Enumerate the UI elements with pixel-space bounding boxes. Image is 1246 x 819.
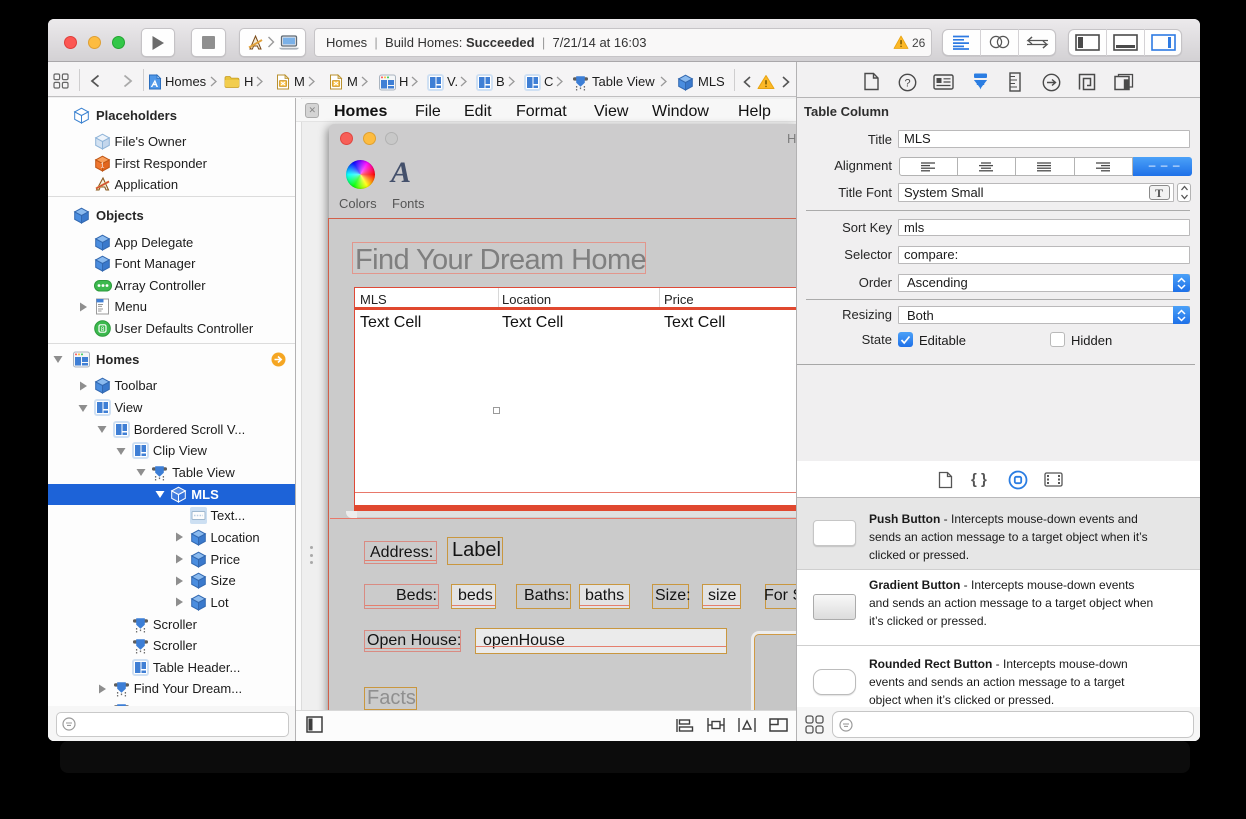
svg-text:?: ?	[904, 77, 910, 89]
